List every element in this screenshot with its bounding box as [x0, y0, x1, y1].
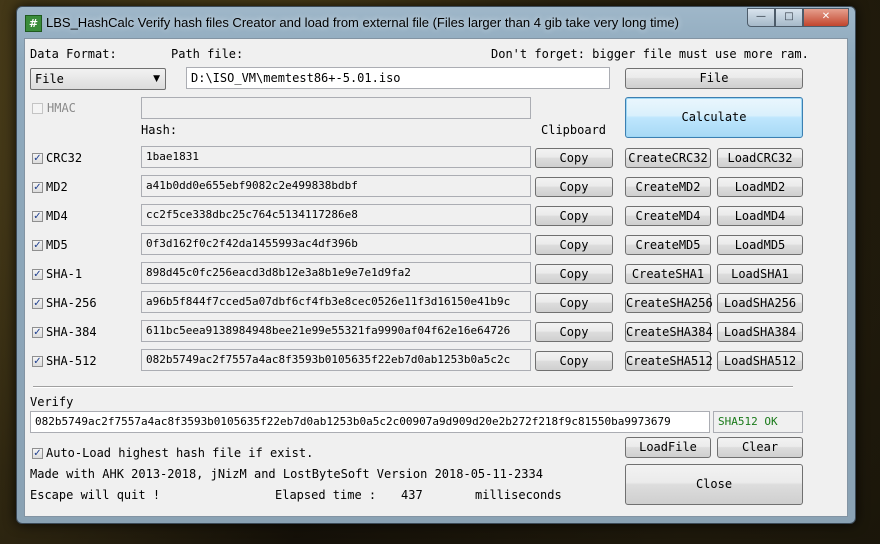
md4-checkbox[interactable]: ✓ [32, 211, 43, 222]
hmac-key-input[interactable] [141, 97, 531, 119]
hash-header: Hash: [141, 123, 178, 137]
load-md5-button[interactable]: LoadMD5 [717, 235, 803, 255]
window-controls: — □ ✕ [747, 8, 849, 27]
clear-button[interactable]: Clear [717, 437, 803, 458]
crc32-hash-field[interactable]: 1bae1831 [141, 146, 531, 168]
md5-label: MD5 [46, 238, 68, 252]
create-crc32-button[interactable]: CreateCRC32 [625, 148, 711, 168]
copy-crc32-button[interactable]: Copy [535, 148, 613, 168]
verify-label: Verify [30, 395, 74, 409]
copy-md2-button[interactable]: Copy [535, 177, 613, 197]
sha256-label: SHA-256 [46, 296, 97, 310]
app-window: # LBS_HashCalc Verify hash files Creator… [16, 6, 856, 524]
load-sha1-button[interactable]: LoadSHA1 [717, 264, 803, 284]
copy-md5-button[interactable]: Copy [535, 235, 613, 255]
credits-text: Made with AHK 2013-2018, jNizM and LostB… [30, 467, 543, 481]
md2-label: MD2 [46, 180, 68, 194]
autoload-checkbox[interactable]: ✓ [32, 448, 43, 459]
sha1-checkbox[interactable]: ✓ [32, 269, 43, 280]
title-bar[interactable]: # LBS_HashCalc Verify hash files Creator… [17, 7, 855, 37]
load-md4-button[interactable]: LoadMD4 [717, 206, 803, 226]
hmac-label: HMAC [47, 101, 76, 115]
copy-sha512-button[interactable]: Copy [535, 351, 613, 371]
copy-sha1-button[interactable]: Copy [535, 264, 613, 284]
crc32-checkbox[interactable]: ✓ [32, 153, 43, 164]
md5-hash-field[interactable]: 0f3d162f0c2f42da1455993ac4df396b [141, 233, 531, 255]
copy-sha256-button[interactable]: Copy [535, 293, 613, 313]
create-md5-button[interactable]: CreateMD5 [625, 235, 711, 255]
calculate-button[interactable]: Calculate [625, 97, 803, 138]
sha512-hash-field[interactable]: 082b5749ac2f7557a4ac8f3593b0105635f22eb7… [141, 349, 531, 371]
close-icon[interactable]: ✕ [803, 8, 849, 27]
copy-sha384-button[interactable]: Copy [535, 322, 613, 342]
load-md2-button[interactable]: LoadMD2 [717, 177, 803, 197]
chevron-down-icon: ▼ [153, 74, 160, 84]
file-button[interactable]: File [625, 68, 803, 89]
create-sha1-button[interactable]: CreateSHA1 [625, 264, 711, 284]
maximize-icon[interactable]: □ [775, 8, 803, 27]
sha512-label: SHA-512 [46, 354, 97, 368]
load-crc32-button[interactable]: LoadCRC32 [717, 148, 803, 168]
data-format-select[interactable]: File ▼ [30, 68, 166, 90]
create-md4-button[interactable]: CreateMD4 [625, 206, 711, 226]
path-file-label: Path file: [171, 47, 244, 61]
data-format-value: File [35, 72, 64, 86]
data-format-label: Data Format: [30, 47, 117, 61]
md2-hash-field[interactable]: a41b0dd0e655ebf9082c2e499838bdbf [141, 175, 531, 197]
escape-hint: Escape will quit ! [30, 488, 161, 502]
app-hash-icon: # [25, 15, 42, 32]
md4-label: MD4 [46, 209, 68, 223]
ram-warning: Don't forget: bigger file must use more … [491, 47, 809, 61]
md2-checkbox[interactable]: ✓ [32, 182, 43, 193]
sha1-label: SHA-1 [46, 267, 83, 281]
load-sha256-button[interactable]: LoadSHA256 [717, 293, 803, 313]
window-title: LBS_HashCalc Verify hash files Creator a… [46, 15, 679, 30]
hmac-checkbox[interactable] [32, 103, 43, 114]
sha256-hash-field[interactable]: a96b5f844f7cced5a07dbf6cf4fb3e8cec0526e1… [141, 291, 531, 313]
close-button[interactable]: Close [625, 464, 803, 505]
client-area: Data Format: Path file: Don't forget: bi… [24, 38, 848, 517]
sha512-checkbox[interactable]: ✓ [32, 356, 43, 367]
create-sha256-button[interactable]: CreateSHA256 [625, 293, 713, 313]
verify-status: SHA512 OK [713, 411, 803, 433]
load-sha384-button[interactable]: LoadSHA384 [717, 322, 803, 342]
create-sha384-button[interactable]: CreateSHA384 [625, 322, 713, 342]
create-md2-button[interactable]: CreateMD2 [625, 177, 711, 197]
separator [33, 386, 793, 388]
sha1-hash-field[interactable]: 898d45c0fc256eacd3d8b12e3a8b1e9e7e1d9fa2 [141, 262, 531, 284]
sha384-hash-field[interactable]: 611bc5eea9138984948bee21e99e55321fa9990a… [141, 320, 531, 342]
load-sha512-button[interactable]: LoadSHA512 [717, 351, 803, 371]
md4-hash-field[interactable]: cc2f5ce338dbc25c764c5134117286e8 [141, 204, 531, 226]
sha256-checkbox[interactable]: ✓ [32, 298, 43, 309]
path-file-input[interactable]: D:\ISO_VM\memtest86+-5.01.iso [186, 67, 610, 89]
sha384-label: SHA-384 [46, 325, 97, 339]
clipboard-header: Clipboard [541, 123, 607, 137]
elapsed-value: 437 [401, 488, 423, 502]
verify-hash-input[interactable]: 082b5749ac2f7557a4ac8f3593b0105635f22eb7… [30, 411, 710, 433]
elapsed-unit: milliseconds [475, 488, 562, 502]
create-sha512-button[interactable]: CreateSHA512 [625, 351, 713, 371]
autoload-label: Auto-Load highest hash file if exist. [46, 446, 314, 460]
crc32-label: CRC32 [46, 151, 83, 165]
elapsed-label: Elapsed time : [275, 488, 377, 502]
sha384-checkbox[interactable]: ✓ [32, 327, 43, 338]
minimize-icon[interactable]: — [747, 8, 775, 27]
copy-md4-button[interactable]: Copy [535, 206, 613, 226]
md5-checkbox[interactable]: ✓ [32, 240, 43, 251]
loadfile-button[interactable]: LoadFile [625, 437, 711, 458]
